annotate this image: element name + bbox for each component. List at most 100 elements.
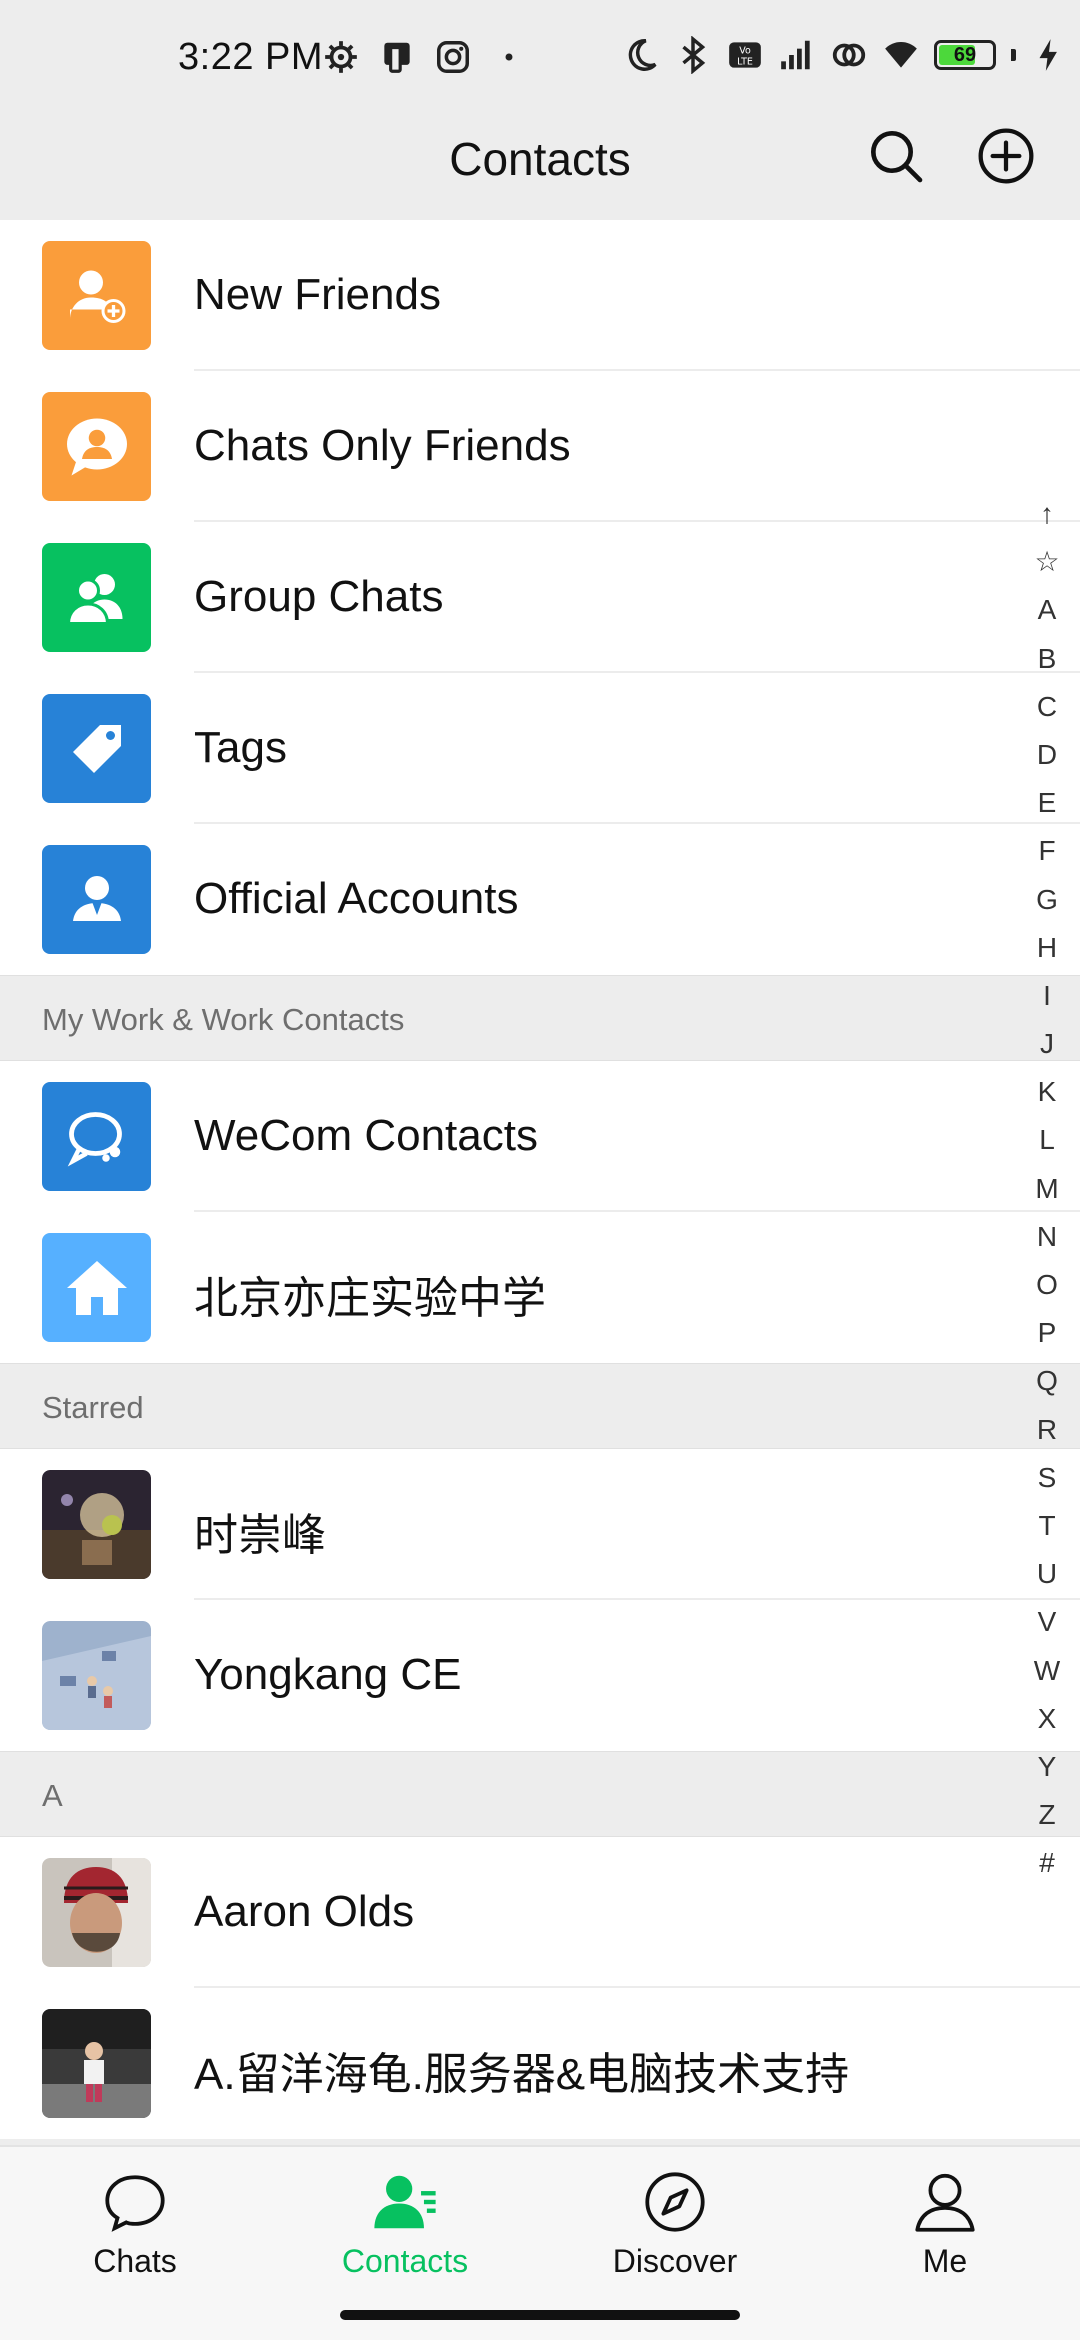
status-bar: 3:22 PM Vo LTE 69 xyxy=(0,0,1080,118)
index-letter[interactable]: P xyxy=(1026,1309,1068,1357)
index-letter[interactable]: G xyxy=(1026,876,1068,924)
index-letter[interactable]: J xyxy=(1026,1020,1068,1068)
group-chats-row[interactable]: Group Chats xyxy=(0,522,1080,673)
avatar xyxy=(42,1621,151,1730)
home-icon xyxy=(42,1233,151,1342)
official-accounts-row[interactable]: Official Accounts xyxy=(0,824,1080,975)
index-letter[interactable]: T xyxy=(1026,1502,1068,1550)
tab-label: Discover xyxy=(612,2243,738,2279)
index-letter[interactable]: O xyxy=(1026,1261,1068,1309)
instagram-icon xyxy=(434,38,472,76)
tab-label: Contacts xyxy=(341,2243,469,2279)
contact-row[interactable]: 时崇峰 xyxy=(0,1449,1080,1600)
tags-row[interactable]: Tags xyxy=(0,673,1080,824)
status-left-icons xyxy=(322,38,528,76)
battery-cap xyxy=(1011,49,1016,61)
contact-row[interactable]: A.留洋海龟.服务器&电脑技术支持 xyxy=(0,1988,1080,2139)
home-indicator xyxy=(340,2310,740,2320)
contact-row[interactable]: Yongkang CE xyxy=(0,1600,1080,1751)
tab-me[interactable]: Me xyxy=(810,2167,1080,2307)
index-letter[interactable]: D xyxy=(1026,731,1068,779)
battery-icon: 69 xyxy=(934,40,996,70)
index-letter[interactable]: # xyxy=(1026,1839,1068,1887)
bluetooth-icon xyxy=(674,36,712,74)
charging-icon xyxy=(1030,36,1068,74)
status-right-icons: Vo LTE 69 xyxy=(622,36,1068,74)
index-letter[interactable]: F xyxy=(1026,827,1068,875)
school-row[interactable]: 北京亦庄实验中学 xyxy=(0,1212,1080,1363)
svg-text:Vo: Vo xyxy=(739,45,751,56)
index-letter[interactable]: S xyxy=(1026,1454,1068,1502)
row-label: Yongkang CE xyxy=(194,1650,462,1699)
contact-row[interactable]: Aaron Olds xyxy=(0,1837,1080,1988)
tab-label: Chats xyxy=(93,2243,177,2279)
wecom-contacts-row[interactable]: WeCom Contacts xyxy=(0,1061,1080,1212)
index-letter[interactable]: M xyxy=(1026,1165,1068,1213)
index-letter[interactable]: Z xyxy=(1026,1791,1068,1839)
compass-icon xyxy=(645,2172,705,2232)
wecom-icon xyxy=(42,1082,151,1191)
tab-contacts[interactable]: Contacts xyxy=(270,2167,540,2307)
tab-label: Me xyxy=(922,2243,968,2279)
chats-only-friends-row[interactable]: Chats Only Friends xyxy=(0,371,1080,522)
index-letter[interactable]: ↑ xyxy=(1026,490,1068,538)
index-letter[interactable]: I xyxy=(1026,972,1068,1020)
index-letter[interactable]: Y xyxy=(1026,1743,1068,1791)
add-circle-icon xyxy=(978,128,1034,184)
section-title: Starred xyxy=(42,1390,144,1425)
index-letter[interactable]: L xyxy=(1026,1116,1068,1164)
chat-bubble-icon xyxy=(105,2175,165,2232)
official-account-icon xyxy=(42,845,151,954)
add-button[interactable] xyxy=(974,124,1038,188)
row-label: Tags xyxy=(194,723,287,772)
header: Contacts xyxy=(0,118,1080,220)
index-letter[interactable]: R xyxy=(1026,1406,1068,1454)
alphabet-index-bar[interactable]: ↑ ☆ A B C D E F G H I J K L M N O P Q R S T U V W X Y Z # xyxy=(1026,490,1068,1887)
group-icon xyxy=(42,543,151,652)
row-label: Group Chats xyxy=(194,572,444,621)
section-title: A xyxy=(42,1778,63,1813)
battery-level: 69 xyxy=(953,43,977,66)
contacts-icon xyxy=(374,2175,436,2229)
index-letter[interactable]: H xyxy=(1026,924,1068,972)
index-letter[interactable]: B xyxy=(1026,635,1068,683)
new-friends-row[interactable]: New Friends xyxy=(0,220,1080,371)
tab-chats[interactable]: Chats xyxy=(0,2167,270,2307)
index-letter[interactable]: X xyxy=(1026,1695,1068,1743)
index-letter[interactable]: U xyxy=(1026,1550,1068,1598)
avatar xyxy=(42,1470,151,1579)
row-label: 北京亦庄实验中学 xyxy=(194,1274,546,1323)
person-icon xyxy=(915,2173,975,2232)
signal-icon xyxy=(778,36,816,74)
section-header-a: A xyxy=(0,1751,1080,1837)
row-label: Official Accounts xyxy=(194,874,519,923)
row-label: New Friends xyxy=(194,270,441,319)
section-header-work: My Work & Work Contacts xyxy=(0,975,1080,1061)
dot-icon xyxy=(490,38,528,76)
phone-card-icon xyxy=(378,38,416,76)
section-title: My Work & Work Contacts xyxy=(42,1002,405,1037)
index-letter[interactable]: C xyxy=(1026,683,1068,731)
avatar xyxy=(42,2009,151,2118)
volte-icon: Vo LTE xyxy=(726,36,764,74)
index-letter[interactable]: E xyxy=(1026,779,1068,827)
search-icon xyxy=(871,131,923,183)
add-friend-icon xyxy=(42,241,151,350)
index-letter[interactable]: V xyxy=(1026,1598,1068,1646)
avatar xyxy=(42,1858,151,1967)
moon-icon xyxy=(622,36,660,74)
row-label: Aaron Olds xyxy=(194,1887,415,1936)
tag-icon xyxy=(42,694,151,803)
index-letter[interactable]: K xyxy=(1026,1068,1068,1116)
tab-discover[interactable]: Discover xyxy=(540,2167,810,2307)
index-letter[interactable]: N xyxy=(1026,1213,1068,1261)
row-label: WeCom Contacts xyxy=(194,1111,538,1160)
search-button[interactable] xyxy=(864,124,928,188)
index-letter[interactable]: ☆ xyxy=(1026,538,1068,586)
index-letter[interactable]: W xyxy=(1026,1647,1068,1695)
index-letter[interactable]: Q xyxy=(1026,1357,1068,1405)
row-label: A.留洋海龟.服务器&电脑技术支持 xyxy=(194,2050,850,2099)
index-letter[interactable]: A xyxy=(1026,586,1068,634)
svg-text:LTE: LTE xyxy=(737,57,753,68)
hotspot-icon xyxy=(830,36,868,74)
